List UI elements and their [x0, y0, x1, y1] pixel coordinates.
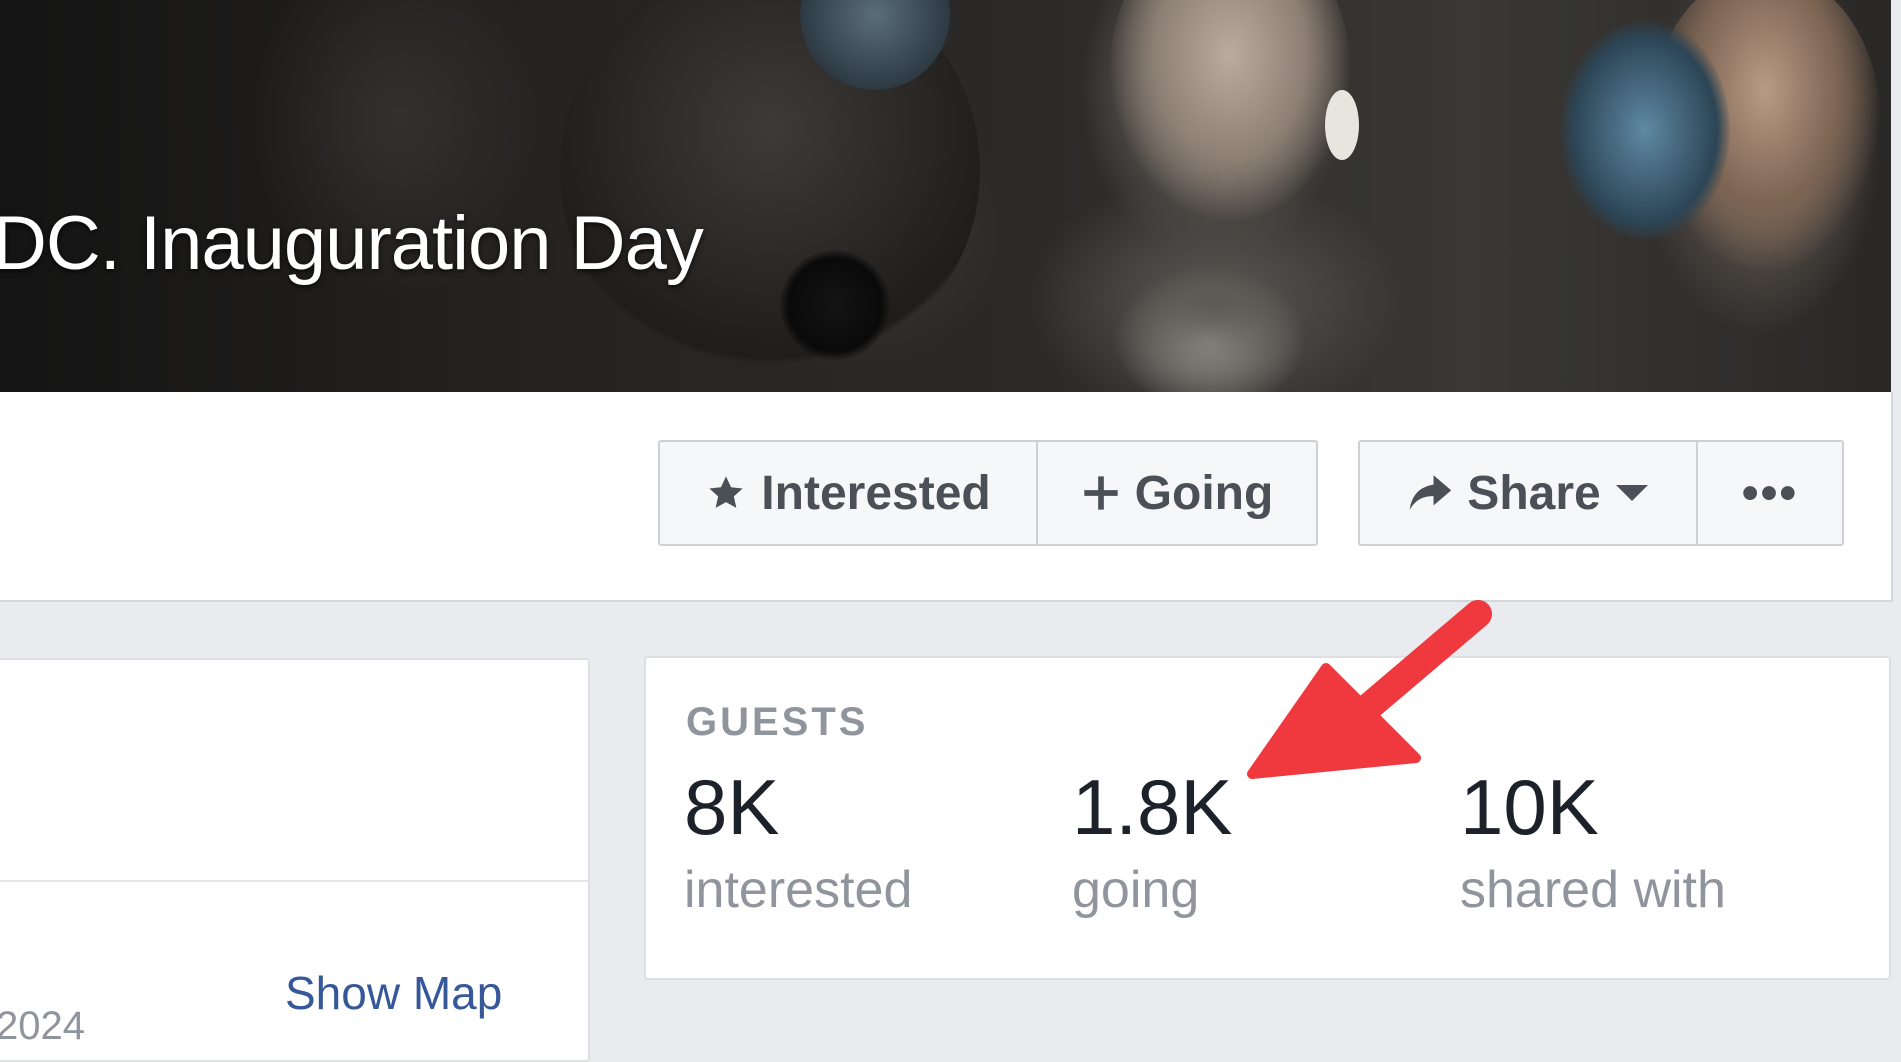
plus-icon: [1081, 473, 1121, 513]
photo-camera: [780, 250, 890, 360]
share-arrow-icon: [1407, 473, 1453, 513]
interested-button-label: Interested: [761, 466, 991, 520]
guest-stat-label: shared with: [1460, 861, 1726, 919]
guest-stat-label: going: [1072, 861, 1200, 919]
star-icon: [705, 472, 747, 514]
share-button[interactable]: Share: [1360, 442, 1696, 544]
show-map-link[interactable]: Show Map: [285, 966, 502, 1020]
more-options-button[interactable]: •••: [1696, 442, 1842, 544]
share-button-label: Share: [1467, 466, 1601, 520]
event-title: DC. Inauguration Day: [0, 201, 704, 286]
photo-face: [1110, 0, 1350, 220]
going-button-label: Going: [1134, 466, 1274, 520]
caret-down-icon: [1615, 483, 1649, 503]
guest-stat-label: interested: [684, 861, 913, 919]
interested-button[interactable]: Interested: [660, 442, 1036, 544]
event-cover-photo: DC. Inauguration Day: [0, 0, 1891, 392]
photo-earring: [1325, 90, 1359, 160]
guest-stat-going[interactable]: 1.8K going: [1072, 768, 1232, 920]
guests-heading: GUESTS: [686, 700, 869, 744]
guest-stat-value: 8K: [684, 763, 780, 851]
details-divider: [0, 880, 588, 882]
rsvp-button-group: Interested Going: [658, 440, 1318, 546]
ellipsis-icon: •••: [1741, 466, 1799, 520]
share-button-group: Share •••: [1358, 440, 1844, 546]
annotation-arrow-icon: [1247, 600, 1492, 779]
going-button[interactable]: Going: [1036, 442, 1316, 544]
guest-stat-value: 1.8K: [1072, 763, 1233, 851]
event-date-text: 2024: [0, 1004, 85, 1048]
guest-stat-interested[interactable]: 8K interested: [684, 768, 912, 920]
photo-detail: [1560, 20, 1730, 240]
